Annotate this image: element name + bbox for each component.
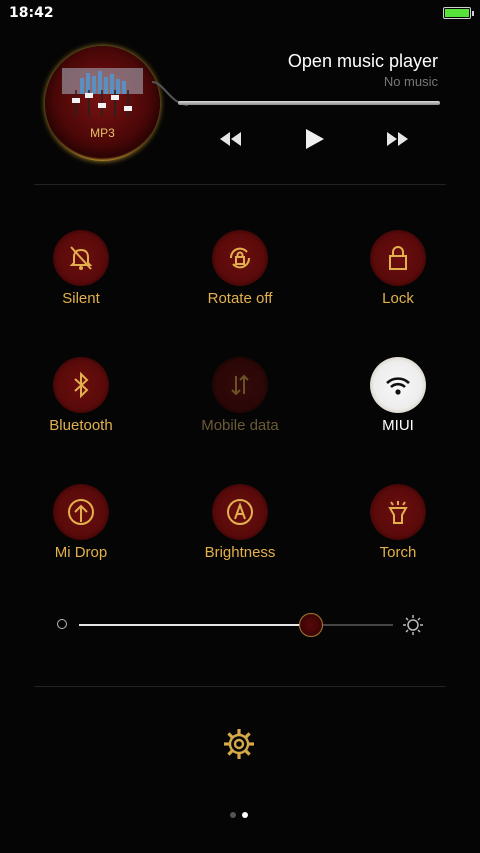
battery-icon: [443, 7, 474, 19]
toggle-mi-drop[interactable]: Mi Drop: [21, 484, 141, 561]
upload-icon: [68, 499, 94, 525]
toggle-label: Mi Drop: [54, 544, 108, 561]
fast-forward-icon[interactable]: [386, 128, 410, 150]
page-dot[interactable]: [242, 812, 248, 818]
page-indicator: [230, 812, 250, 820]
toggle-label: Torch: [379, 544, 417, 561]
toggle-miui[interactable]: MIUI: [338, 357, 458, 434]
music-title[interactable]: Open music player: [288, 51, 438, 72]
wifi-icon: [386, 377, 410, 395]
brightness-knob[interactable]: [299, 613, 324, 637]
page-dot[interactable]: [230, 812, 236, 818]
equalizer-icon: [62, 68, 143, 116]
brightness-high-icon: [403, 615, 423, 635]
toggle-button[interactable]: [212, 230, 268, 286]
album-label: MP3: [90, 126, 115, 140]
toggle-label: Silent: [62, 290, 100, 307]
battery-tip: [472, 11, 474, 16]
toggle-label: MIUI: [382, 417, 414, 434]
rewind-icon[interactable]: [218, 128, 242, 150]
toggle-lock[interactable]: Lock: [338, 230, 458, 307]
toggle-button[interactable]: [212, 484, 268, 540]
toggle-label: Lock: [382, 290, 414, 307]
toggle-button[interactable]: [370, 357, 426, 413]
music-subtitle: No music: [383, 74, 438, 89]
bluetooth-icon: [74, 371, 89, 399]
brightness-fill: [79, 624, 312, 626]
play-icon[interactable]: [303, 128, 325, 150]
clock: 18:42: [9, 5, 54, 21]
auto-brightness-icon: [227, 499, 253, 525]
settings-gear-icon[interactable]: [222, 727, 256, 761]
toggle-button[interactable]: [53, 484, 109, 540]
toggle-button[interactable]: [370, 230, 426, 286]
toggle-brightness[interactable]: Brightness: [180, 484, 300, 561]
battery-fill: [445, 9, 469, 17]
lock-icon: [389, 246, 407, 270]
bell-off-icon: [69, 246, 93, 270]
toggle-button[interactable]: [53, 230, 109, 286]
album-art[interactable]: MP3: [45, 46, 160, 161]
toggle-button[interactable]: [370, 484, 426, 540]
toggle-button[interactable]: [53, 357, 109, 413]
brightness-track[interactable]: [79, 624, 393, 626]
toggle-rotate-off[interactable]: Rotate off: [180, 230, 300, 307]
music-progress-bar[interactable]: [178, 101, 440, 105]
toggle-bluetooth[interactable]: Bluetooth: [21, 357, 141, 434]
toggle-button[interactable]: [212, 357, 268, 413]
flashlight-icon: [388, 501, 408, 524]
toggle-silent[interactable]: Silent: [21, 230, 141, 307]
toggle-label: Brightness: [204, 544, 276, 561]
brightness-slider[interactable]: [57, 612, 427, 638]
rotation-lock-icon: [229, 247, 251, 269]
toggle-label: Mobile data: [201, 417, 279, 434]
divider: [34, 184, 446, 185]
divider: [34, 686, 446, 687]
brightness-low-icon: [57, 619, 67, 629]
toggle-label: Bluetooth: [49, 417, 113, 434]
status-bar: 18:42: [0, 0, 480, 26]
toggle-torch[interactable]: Torch: [338, 484, 458, 561]
toggle-mobile-data[interactable]: Mobile data: [180, 357, 300, 434]
mobile-data-icon: [231, 374, 249, 396]
toggle-label: Rotate off: [207, 290, 273, 307]
